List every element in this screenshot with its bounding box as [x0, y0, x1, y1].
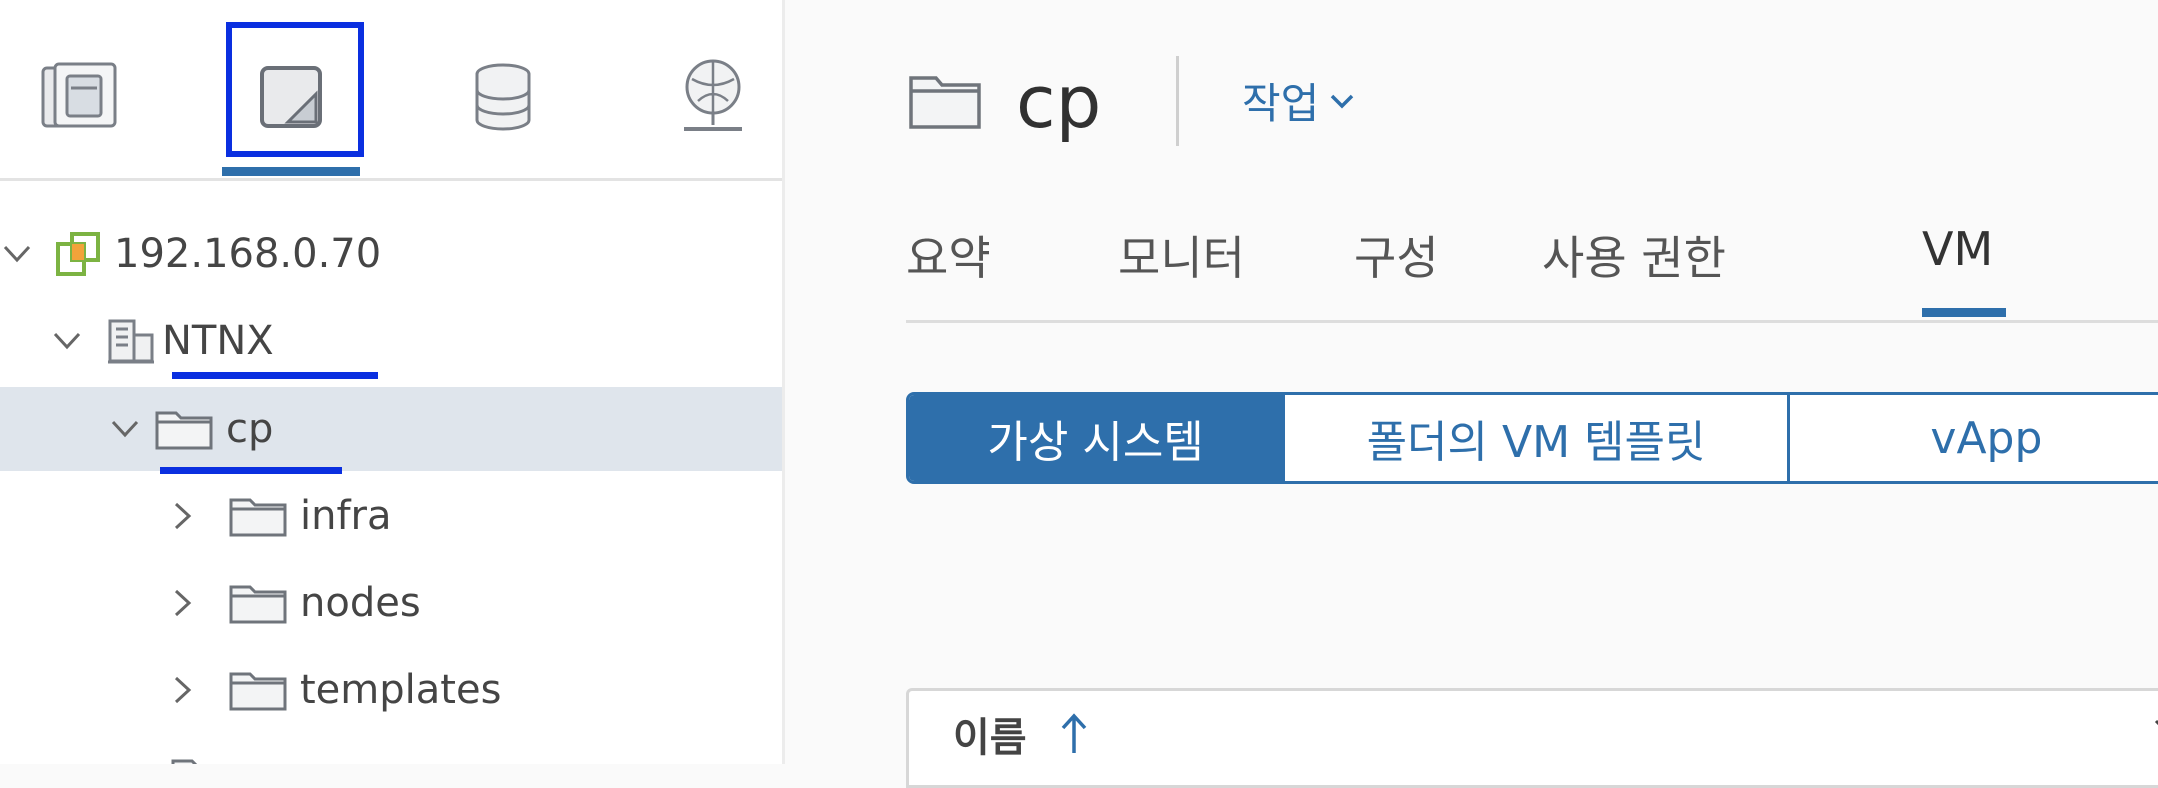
tab-monitor[interactable]: 모니터 [1118, 222, 1245, 288]
folder-icon [171, 759, 198, 764]
segment-vm-templates[interactable]: 폴더의 VM 템플릿 [1282, 395, 1787, 481]
tree-node-folder[interactable]: infra [0, 474, 785, 558]
tab-hosts-and-clusters[interactable] [6, 22, 152, 172]
chevron-right-icon[interactable] [166, 673, 200, 707]
tab-configure[interactable]: 구성 [1354, 222, 1439, 288]
tabs-divider [906, 320, 2158, 323]
segment-virtual-machines[interactable]: 가상 시스템 [909, 395, 1283, 481]
underline-annotation [160, 467, 342, 474]
chevron-down-icon[interactable] [0, 237, 34, 271]
pane-splitter[interactable] [782, 0, 785, 764]
active-tab-indicator [1922, 308, 2006, 317]
tree-node-folder[interactable]: templates [0, 648, 785, 732]
nav-divider [0, 178, 785, 181]
vcenter-icon [56, 232, 100, 276]
folder-icon [229, 585, 287, 624]
tree-node-label: cp [226, 406, 274, 452]
tab-networking[interactable] [640, 22, 785, 172]
folder-icon [155, 411, 213, 450]
tree-node-folder[interactable]: nodes [0, 561, 785, 645]
chevron-down-icon[interactable] [50, 324, 84, 358]
sort-ascending-icon[interactable] [1059, 711, 1089, 755]
tree-node-folder-partial[interactable] [0, 735, 785, 764]
chevron-right-icon[interactable] [166, 586, 200, 620]
network-icon [684, 59, 742, 131]
vm-type-segmented-control: 가상 시스템 폴더의 VM 템플릿 vApp [906, 392, 2158, 484]
folder-icon [229, 498, 287, 537]
grid-header: 이름 [906, 688, 2158, 788]
folder-icon [229, 672, 287, 711]
navigator-pane: 192.168.0.70 NTNX cp infra nodes templat… [0, 0, 785, 764]
hosts-clusters-icon [41, 62, 117, 128]
tree-node-label: 192.168.0.70 [114, 231, 382, 277]
tab-permissions[interactable]: 사용 권한 [1542, 222, 1726, 288]
tab-vms[interactable]: VM [1922, 222, 1993, 276]
chevron-down-icon [1331, 94, 1354, 108]
content-pane: cp 작업 요약 모니터 구성 사용 권한 VM 가상 시스템 폴더의 VM 템… [788, 0, 2158, 788]
tab-highlight-annotation [226, 22, 364, 157]
tree-node-vcenter[interactable]: 192.168.0.70 [0, 212, 785, 296]
column-header-name[interactable]: 이름 [953, 705, 1027, 763]
active-tab-indicator [222, 167, 360, 176]
folder-icon [909, 76, 981, 129]
tree-node-label: nodes [300, 580, 421, 626]
chevron-right-icon[interactable] [110, 760, 144, 764]
chevron-down-icon[interactable] [2153, 717, 2158, 737]
segment-vapps[interactable]: vApp [1786, 395, 2158, 481]
tree-node-label: infra [300, 493, 392, 539]
title-separator [1176, 56, 1179, 146]
tree-node-folder-selected[interactable]: cp [0, 387, 785, 471]
actions-menu-button[interactable]: 작업 [1242, 70, 1355, 131]
tree-node-label: templates [300, 667, 502, 713]
underline-annotation [172, 372, 378, 379]
page-title: cp [1016, 60, 1102, 144]
tab-summary[interactable]: 요약 [906, 222, 991, 288]
chevron-right-icon[interactable] [166, 499, 200, 533]
tab-storage[interactable] [430, 22, 576, 172]
tree-node-datacenter[interactable]: NTNX [0, 299, 785, 383]
chevron-down-icon[interactable] [108, 412, 142, 446]
tree-node-label: NTNX [162, 318, 274, 364]
datacenter-icon [108, 319, 154, 364]
storage-icon [475, 63, 531, 131]
actions-label: 작업 [1242, 79, 1320, 128]
